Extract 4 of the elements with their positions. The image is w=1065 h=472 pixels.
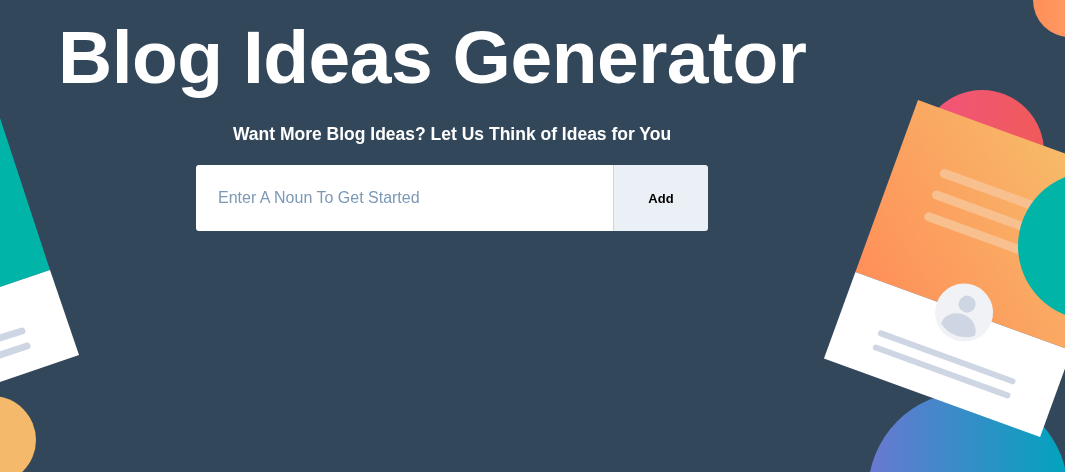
- subtitle: Want More Blog Ideas? Let Us Think of Ideas for You: [232, 124, 672, 145]
- noun-input-field[interactable]: Enter A Noun To Get Started: [196, 165, 614, 231]
- page-title: Blog Ideas Generator: [57, 14, 807, 100]
- add-button[interactable]: Add: [614, 165, 708, 231]
